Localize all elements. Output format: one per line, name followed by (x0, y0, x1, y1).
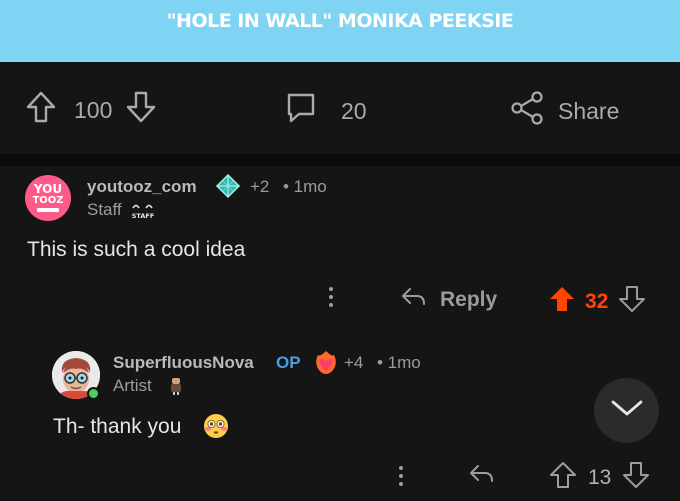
user-flair: Artist (113, 376, 152, 395)
reply-arrow-icon (400, 286, 426, 314)
comment-score: 32 (585, 289, 609, 313)
post-action-bar: 100 20 Share (0, 62, 680, 154)
share-label: Share (558, 97, 620, 124)
share-button[interactable]: Share (510, 91, 619, 131)
avatar-logo-bottom: TOOZ (32, 195, 64, 206)
more-options-icon[interactable] (322, 284, 340, 315)
comment-bubble-icon (285, 92, 317, 130)
comment-body: Th- thank you (53, 415, 182, 438)
post-vote-group: 100 (26, 91, 156, 129)
comments-button[interactable]: 20 (285, 92, 367, 130)
comment-age: • 1mo (283, 177, 327, 196)
downvote-icon[interactable] (126, 91, 156, 129)
comment-vote-group: 13 (550, 461, 650, 494)
avatar-logo-bar (37, 208, 59, 212)
post-title: "HOLE IN WALL" MONIKA PEEKSIE (166, 10, 514, 32)
fire-heart-award-icon[interactable] (313, 349, 339, 380)
artist-flair-icon (168, 376, 184, 401)
svg-text:STAFF: STAFF (132, 212, 155, 220)
upvote-icon[interactable] (550, 461, 576, 494)
comment: YOU TOOZ youtooz_com +2 • 1mo Staff STAF… (0, 166, 680, 331)
upvote-icon[interactable] (26, 91, 56, 129)
avatar-logo-top: YOU (33, 182, 63, 196)
diamond-award-icon[interactable] (215, 173, 241, 204)
comment-username[interactable]: youtooz_com (87, 177, 197, 197)
comment-body: This is such a cool idea (27, 238, 246, 261)
op-badge: OP (276, 353, 301, 372)
award-count: +4 (344, 353, 364, 372)
downvote-icon[interactable] (619, 285, 646, 318)
more-options-icon[interactable] (392, 463, 410, 494)
online-status-indicator (87, 387, 100, 400)
comment-age: • 1mo (377, 353, 421, 372)
upvote-active-icon[interactable] (549, 285, 575, 318)
scroll-down-button[interactable] (594, 378, 659, 443)
avatar[interactable]: YOU TOOZ (25, 175, 71, 221)
flushed-face-emoji (203, 413, 229, 444)
post-score: 100 (74, 96, 113, 123)
reply-button[interactable]: Reply (400, 286, 497, 314)
section-divider (0, 154, 680, 166)
comment-reply: SuperfluousNova OP +4 • 1mo Artist Th- t… (0, 331, 680, 501)
downvote-icon[interactable] (623, 461, 650, 494)
reply-label: Reply (440, 288, 498, 311)
comment-vote-group: 32 (549, 285, 646, 318)
chevron-down-icon (610, 398, 644, 423)
user-flair: Staff (87, 200, 122, 219)
post-title-banner: "HOLE IN WALL" MONIKA PEEKSIE (0, 0, 680, 62)
staff-flair-icon: STAFF (130, 200, 156, 225)
comment-username[interactable]: SuperfluousNova (113, 353, 254, 373)
share-icon (510, 91, 544, 131)
comment-score: 13 (588, 465, 612, 489)
comment-count: 20 (341, 97, 367, 124)
award-count: +2 (250, 177, 270, 196)
reply-arrow-icon[interactable] (468, 463, 494, 490)
